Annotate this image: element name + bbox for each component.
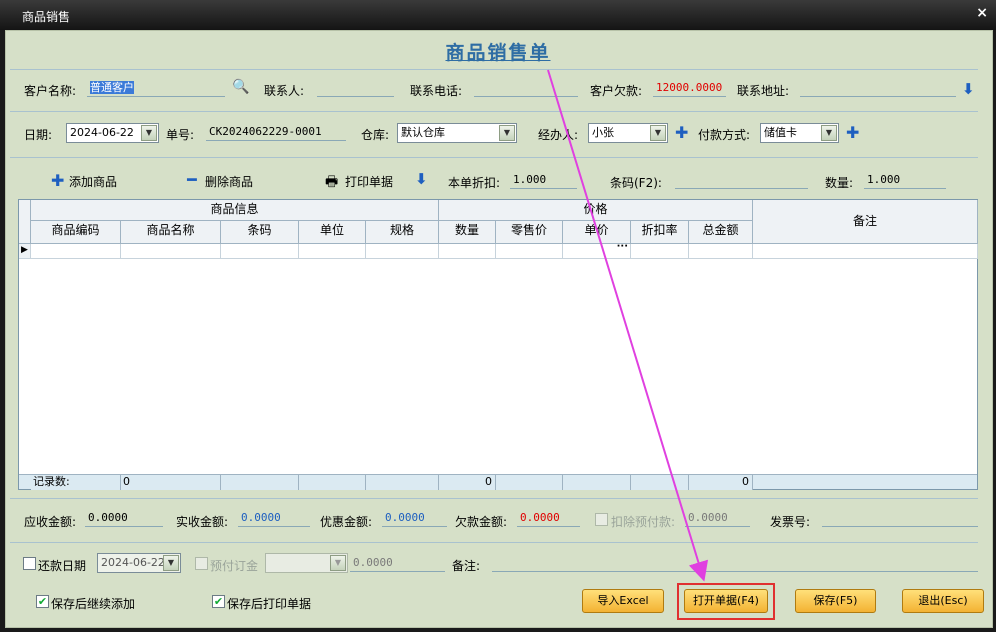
annotation-arrow	[547, 69, 709, 582]
